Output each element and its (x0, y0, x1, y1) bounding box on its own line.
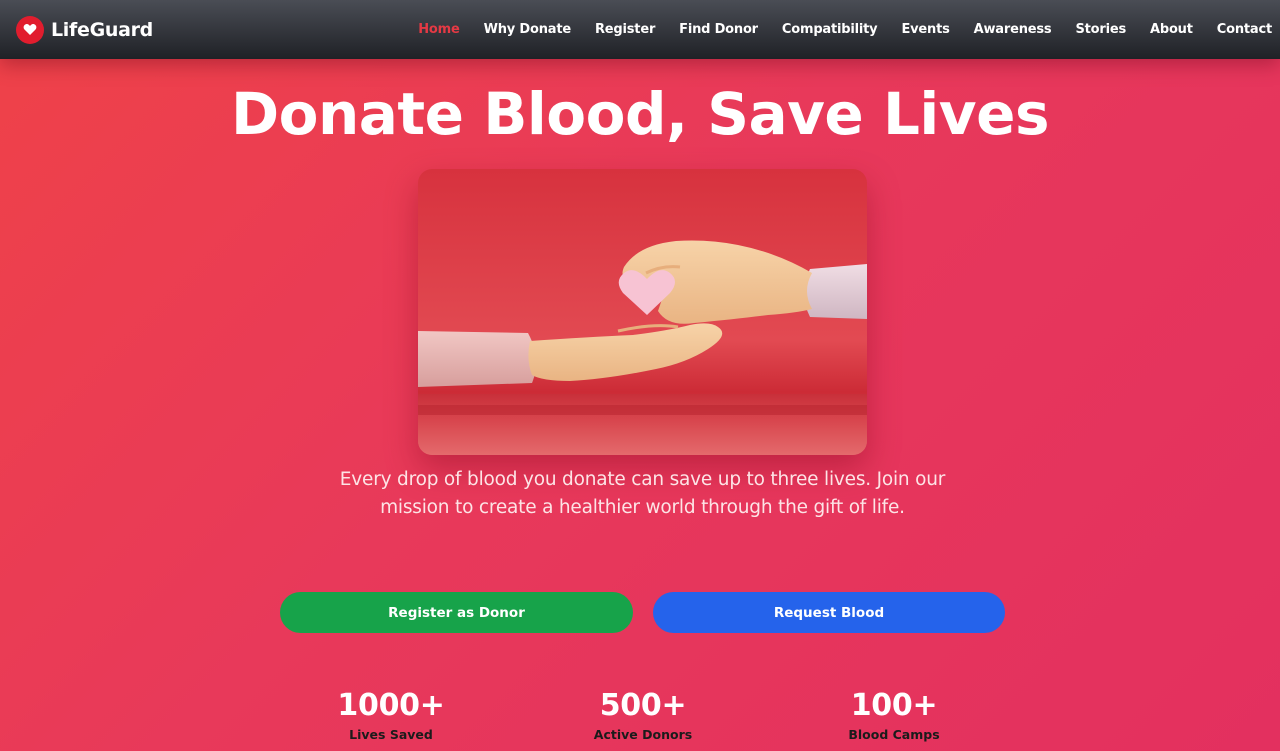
register-donor-button[interactable]: Register as Donor (280, 592, 633, 633)
hero-title: Donate Blood, Save Lives (231, 80, 1049, 148)
nav-item-why-donate[interactable]: Why Donate (484, 22, 572, 37)
navbar: LifeGuard Home Why Donate Register Find … (0, 0, 1280, 59)
nav-item-stories[interactable]: Stories (1075, 22, 1126, 37)
nav-item-compatibility[interactable]: Compatibility (782, 22, 878, 37)
nav-item-register[interactable]: Register (595, 22, 655, 37)
hands-giving-heart-illustration (418, 169, 867, 455)
stat-value: 100+ (850, 688, 938, 723)
stat-label: Lives Saved (349, 727, 433, 742)
nav-item-contact[interactable]: Contact (1217, 22, 1272, 37)
nav-item-home[interactable]: Home (418, 22, 460, 37)
stat-blood-camps: 100+ Blood Camps (794, 688, 994, 742)
stat-label: Blood Camps (848, 727, 940, 742)
stat-lives-saved: 1000+ Lives Saved (291, 688, 491, 742)
request-blood-button[interactable]: Request Blood (653, 592, 1005, 633)
nav-item-events[interactable]: Events (901, 22, 949, 37)
nav-item-about[interactable]: About (1150, 22, 1193, 37)
stat-active-donors: 500+ Active Donors (543, 688, 743, 742)
brand[interactable]: LifeGuard (16, 15, 153, 44)
stat-value: 1000+ (337, 688, 445, 723)
stat-label: Active Donors (593, 727, 693, 742)
stat-value: 500+ (599, 688, 687, 723)
nav-links: Home Why Donate Register Find Donor Comp… (394, 0, 1280, 59)
brand-name: LifeGuard (51, 18, 153, 41)
heart-icon (16, 15, 44, 44)
nav-item-awareness[interactable]: Awareness (974, 22, 1052, 37)
nav-item-find-donor[interactable]: Find Donor (679, 22, 758, 37)
hero-description: Every drop of blood you donate can save … (339, 469, 946, 518)
